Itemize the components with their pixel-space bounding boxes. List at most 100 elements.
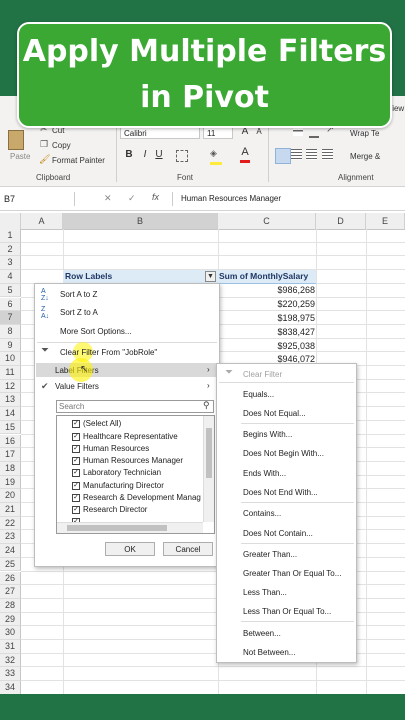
- checkbox[interactable]: ✓: [72, 420, 80, 428]
- ends-with-item[interactable]: Ends With...: [243, 469, 286, 478]
- paste-icon[interactable]: [8, 130, 24, 150]
- row-header[interactable]: 25: [0, 557, 21, 572]
- checkbox[interactable]: ✓: [72, 433, 80, 441]
- cancel-button[interactable]: Cancel: [163, 542, 213, 556]
- row-header[interactable]: 21: [0, 503, 21, 517]
- insert-function-icon[interactable]: fx: [152, 192, 159, 202]
- row-header[interactable]: 1: [0, 229, 21, 243]
- row-header[interactable]: 4: [0, 270, 21, 284]
- column-header-d[interactable]: D: [316, 213, 366, 229]
- merge-center-button[interactable]: Merge &: [350, 152, 380, 161]
- paste-label[interactable]: Paste: [10, 152, 30, 161]
- align-right-icon[interactable]: [306, 149, 317, 160]
- row-header[interactable]: 7: [0, 311, 21, 325]
- row-header[interactable]: 9: [0, 338, 21, 353]
- row-header[interactable]: 11: [0, 366, 21, 380]
- vertical-scrollbar[interactable]: [203, 416, 214, 522]
- sort-z-to-a[interactable]: Sort Z to A: [60, 308, 98, 317]
- column-header-c[interactable]: C: [218, 213, 316, 229]
- equals-item[interactable]: Equals...: [243, 390, 274, 399]
- row-header[interactable]: 34: [0, 681, 21, 695]
- row-header[interactable]: 33: [0, 667, 21, 682]
- select-all-corner[interactable]: [0, 213, 21, 229]
- copy-icon[interactable]: ❐: [40, 139, 48, 150]
- underline-button[interactable]: U: [152, 148, 166, 162]
- scrollbar-thumb[interactable]: [206, 428, 212, 478]
- checkbox[interactable]: ✓: [72, 457, 80, 465]
- filter-item[interactable]: Research Director: [83, 505, 147, 514]
- row-header[interactable]: 26: [0, 571, 21, 586]
- row-header[interactable]: 23: [0, 530, 21, 545]
- checkbox[interactable]: ✓: [72, 445, 80, 453]
- checkbox[interactable]: ✓: [72, 469, 80, 477]
- between-item[interactable]: Between...: [243, 629, 281, 638]
- enter-icon[interactable]: ✓: [128, 193, 136, 204]
- sort-a-to-z[interactable]: Sort A to Z: [60, 290, 97, 299]
- row-header[interactable]: 12: [0, 379, 21, 394]
- column-header-a[interactable]: A: [21, 213, 63, 229]
- filter-item[interactable]: Manufacturing Director: [83, 481, 164, 490]
- filter-items-list[interactable]: ✓ (Select All) ✓ Healthcare Representati…: [56, 415, 215, 534]
- does-not-begin-with-item[interactable]: Does Not Begin With...: [243, 449, 324, 458]
- filter-item[interactable]: Human Resources: [83, 444, 149, 453]
- italic-button[interactable]: I: [138, 148, 152, 162]
- value-filters[interactable]: Value Filters: [55, 382, 99, 391]
- row-header[interactable]: 30: [0, 626, 21, 640]
- less-than-or-equal-item[interactable]: Less Than Or Equal To...: [243, 607, 331, 616]
- scrollbar-thumb[interactable]: [67, 525, 167, 531]
- row-labels-filter-icon[interactable]: ▼: [205, 271, 216, 282]
- checkbox[interactable]: ✓: [72, 494, 80, 502]
- column-header-b[interactable]: B: [63, 213, 218, 229]
- borders-icon[interactable]: [176, 150, 188, 162]
- indent-icon[interactable]: [322, 149, 333, 160]
- row-header[interactable]: 2: [0, 242, 21, 257]
- clear-filter-from-jobrole[interactable]: Clear Filter From "JobRole": [60, 348, 157, 357]
- formula-input[interactable]: Human Resources Manager: [172, 192, 405, 206]
- search-input[interactable]: Search ⚲: [56, 400, 214, 413]
- name-box[interactable]: B7: [4, 192, 75, 206]
- wrap-text-button[interactable]: Wrap Te: [350, 129, 380, 138]
- format-painter-button[interactable]: Format Painter: [52, 156, 105, 165]
- contains-item[interactable]: Contains...: [243, 509, 281, 518]
- not-between-item[interactable]: Not Between...: [243, 648, 295, 657]
- format-painter-icon[interactable]: 🖌: [39, 154, 50, 165]
- does-not-equal-item[interactable]: Does Not Equal...: [243, 409, 306, 418]
- more-sort-options[interactable]: More Sort Options...: [60, 327, 132, 336]
- row-header[interactable]: 10: [0, 352, 21, 366]
- greater-than-item[interactable]: Greater Than...: [243, 550, 297, 559]
- row-header[interactable]: 3: [0, 256, 21, 271]
- bold-button[interactable]: B: [122, 148, 136, 162]
- checkbox[interactable]: ✓: [72, 482, 80, 490]
- font-color-icon[interactable]: A: [240, 146, 250, 163]
- row-header[interactable]: 32: [0, 653, 21, 668]
- filter-item[interactable]: Human Resources Manager: [83, 456, 183, 465]
- row-header[interactable]: 16: [0, 434, 21, 449]
- greater-than-or-equal-item[interactable]: Greater Than Or Equal To...: [243, 569, 341, 578]
- row-header[interactable]: 18: [0, 461, 21, 476]
- row-header[interactable]: 31: [0, 640, 21, 654]
- less-than-item[interactable]: Less Than...: [243, 588, 287, 597]
- horizontal-scrollbar[interactable]: [57, 522, 203, 533]
- row-header[interactable]: 28: [0, 598, 21, 613]
- row-header[interactable]: 20: [0, 489, 21, 503]
- row-header[interactable]: 14: [0, 407, 21, 421]
- row-header[interactable]: 22: [0, 516, 21, 531]
- does-not-end-with-item[interactable]: Does Not End With...: [243, 488, 318, 497]
- row-header[interactable]: 15: [0, 420, 21, 435]
- row-header[interactable]: 19: [0, 475, 21, 490]
- row-header[interactable]: 13: [0, 393, 21, 408]
- begins-with-item[interactable]: Begins With...: [243, 430, 292, 439]
- row-header[interactable]: 5: [0, 283, 21, 298]
- fill-color-icon[interactable]: ◈: [210, 148, 222, 165]
- row-header[interactable]: 8: [0, 324, 21, 339]
- copy-button[interactable]: Copy: [52, 141, 71, 150]
- does-not-contain-item[interactable]: Does Not Contain...: [243, 529, 313, 538]
- column-header-e[interactable]: E: [366, 213, 405, 229]
- filter-item[interactable]: Research & Development Manag: [83, 493, 201, 502]
- ok-button[interactable]: OK: [105, 542, 155, 556]
- row-header[interactable]: 24: [0, 544, 21, 558]
- filter-item[interactable]: Laboratory Technician: [83, 468, 161, 477]
- filter-item[interactable]: (Select All): [83, 419, 121, 428]
- row-header[interactable]: 27: [0, 585, 21, 599]
- align-center-icon[interactable]: [291, 149, 302, 160]
